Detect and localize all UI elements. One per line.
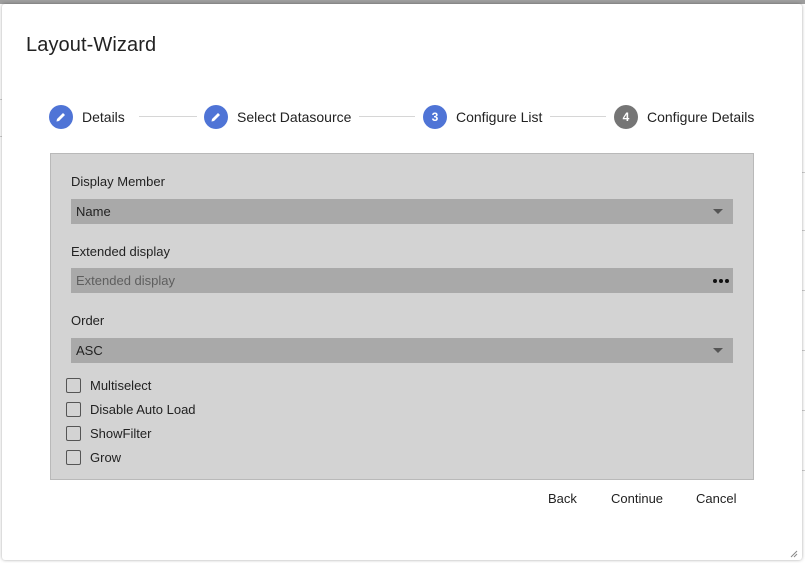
layout-wizard-dialog: Layout-Wizard Details Select Datasource …	[2, 4, 802, 560]
configure-list-panel: Display Member Name Extended display Ext…	[50, 153, 754, 480]
checkbox-label: ShowFilter	[90, 425, 152, 441]
order-select[interactable]: ASC	[71, 338, 733, 363]
show-filter-checkbox[interactable]	[66, 425, 81, 441]
extended-display-label: Extended display	[71, 244, 171, 259]
more-options-icon[interactable]	[713, 278, 729, 283]
step-connector	[550, 116, 606, 117]
extended-display-placeholder: Extended display	[76, 273, 176, 288]
checkbox-label: Multiselect	[90, 377, 152, 393]
show-filter-option[interactable]: ShowFilter	[66, 424, 151, 442]
display-member-label: Display Member	[71, 174, 165, 189]
cancel-button[interactable]: Cancel	[696, 486, 736, 510]
step-details[interactable]: Details	[49, 104, 125, 130]
resize-handle-icon[interactable]	[790, 550, 798, 558]
checkbox-label: Disable Auto Load	[90, 401, 196, 417]
grow-option[interactable]: Grow	[66, 448, 121, 466]
display-member-value: Name	[76, 204, 111, 219]
display-member-select[interactable]: Name	[71, 199, 733, 224]
pencil-icon	[49, 105, 73, 129]
disable-auto-load-option[interactable]: Disable Auto Load	[66, 400, 196, 418]
grow-checkbox[interactable]	[66, 449, 81, 465]
step-select-datasource[interactable]: Select Datasource	[204, 104, 351, 130]
multiselect-option[interactable]: Multiselect	[66, 376, 151, 394]
order-label: Order	[71, 313, 105, 328]
order-value: ASC	[76, 343, 103, 358]
step-configure-list[interactable]: 3 Configure List	[423, 104, 542, 130]
step-number-badge: 3	[423, 105, 447, 129]
chevron-down-icon	[713, 348, 723, 353]
extended-display-field[interactable]: Extended display	[71, 268, 733, 293]
step-label: Configure Details	[647, 109, 755, 125]
checkbox-label: Grow	[90, 449, 122, 465]
step-label: Select Datasource	[237, 109, 352, 125]
chevron-down-icon	[713, 209, 723, 214]
step-label: Details	[82, 109, 125, 125]
back-button[interactable]: Back	[548, 486, 577, 510]
multiselect-checkbox[interactable]	[66, 377, 81, 393]
step-connector	[359, 116, 415, 117]
dialog-title: Layout-Wizard	[26, 34, 157, 56]
disable-auto-load-checkbox[interactable]	[66, 401, 81, 417]
step-label: Configure List	[456, 109, 543, 125]
continue-button[interactable]: Continue	[611, 486, 663, 510]
step-configure-details[interactable]: 4 Configure Details	[614, 104, 754, 130]
pencil-icon	[204, 105, 228, 129]
step-connector	[139, 116, 197, 117]
step-number-badge: 4	[614, 105, 638, 129]
